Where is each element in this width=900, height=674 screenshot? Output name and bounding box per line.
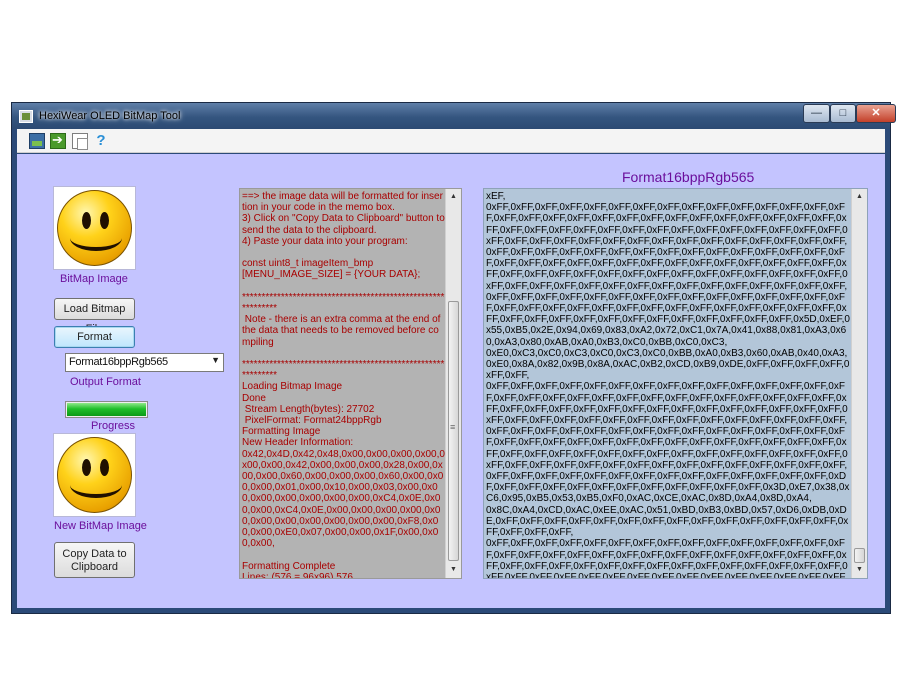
bitmap-image-preview xyxy=(53,186,136,270)
output-format-value: Format16bppRgb565 xyxy=(69,356,168,368)
app-window: HexiWear OLED BitMap Tool — □ ✕ ? BitMap… xyxy=(11,102,896,614)
new-bitmap-image-preview xyxy=(53,433,136,517)
maximize-button[interactable]: □ xyxy=(830,104,856,123)
load-bitmap-button[interactable]: Load Bitmap File xyxy=(54,298,135,335)
minimize-button[interactable]: — xyxy=(803,104,830,123)
progress-label: Progress xyxy=(91,420,136,432)
copy-to-clipboard-button[interactable]: Copy Data to Clipboard xyxy=(54,542,135,578)
smiley-face-icon xyxy=(57,437,132,513)
output-scrollbar[interactable]: ▲ ▼ xyxy=(851,189,867,578)
output-format-title: Format16bppRgb565 xyxy=(622,169,755,185)
scroll-up-icon[interactable]: ▲ xyxy=(446,189,461,205)
format-button-label: Format xyxy=(77,331,112,343)
progress-fill xyxy=(67,403,146,416)
title-bar[interactable]: HexiWear OLED BitMap Tool — □ ✕ xyxy=(12,103,896,129)
output-format-select[interactable]: Format16bppRgb565 ▼ xyxy=(65,353,224,372)
scroll-down-icon[interactable]: ▼ xyxy=(446,562,461,578)
main-panel: BitMap Image Load Bitmap File Format For… xyxy=(17,154,885,608)
output-scroll-thumb[interactable] xyxy=(854,548,865,563)
copy-button-line1: Copy Data to xyxy=(62,548,127,560)
toolbar: ? xyxy=(17,129,885,153)
output-format-label: Output Format xyxy=(70,376,141,388)
help-icon[interactable]: ? xyxy=(93,133,109,149)
copy-document-icon[interactable] xyxy=(72,133,88,150)
new-bitmap-image-label: New BitMap Image xyxy=(54,520,147,532)
bitmap-image-label: BitMap Image xyxy=(60,273,128,285)
copy-button-line2: Clipboard xyxy=(70,561,119,573)
output-data-text: xEF, 0xFF,0xFF,0xFF,0xFF,0xFF,0xFF,0xFF,… xyxy=(486,191,850,579)
close-button[interactable]: ✕ xyxy=(856,104,896,123)
convert-arrow-icon[interactable] xyxy=(50,132,66,149)
window-title: HexiWear OLED BitMap Tool xyxy=(39,110,181,122)
format-button[interactable]: Format xyxy=(54,326,135,348)
log-memo-text: ==> the image data will be formatted for… xyxy=(242,191,445,579)
scroll-up-icon[interactable]: ▲ xyxy=(852,189,867,205)
smiley-face-icon xyxy=(57,190,132,266)
memo-scroll-thumb[interactable] xyxy=(448,301,459,561)
open-image-icon[interactable] xyxy=(29,133,45,149)
scroll-down-icon[interactable]: ▼ xyxy=(852,562,867,578)
progress-bar xyxy=(65,401,148,418)
memo-scrollbar[interactable]: ▲ ▼ xyxy=(445,189,461,578)
app-icon xyxy=(19,110,33,123)
log-memo-box[interactable]: ==> the image data will be formatted for… xyxy=(239,188,462,579)
output-data-box[interactable]: xEF, 0xFF,0xFF,0xFF,0xFF,0xFF,0xFF,0xFF,… xyxy=(483,188,868,579)
chevron-down-icon[interactable]: ▼ xyxy=(211,355,220,365)
